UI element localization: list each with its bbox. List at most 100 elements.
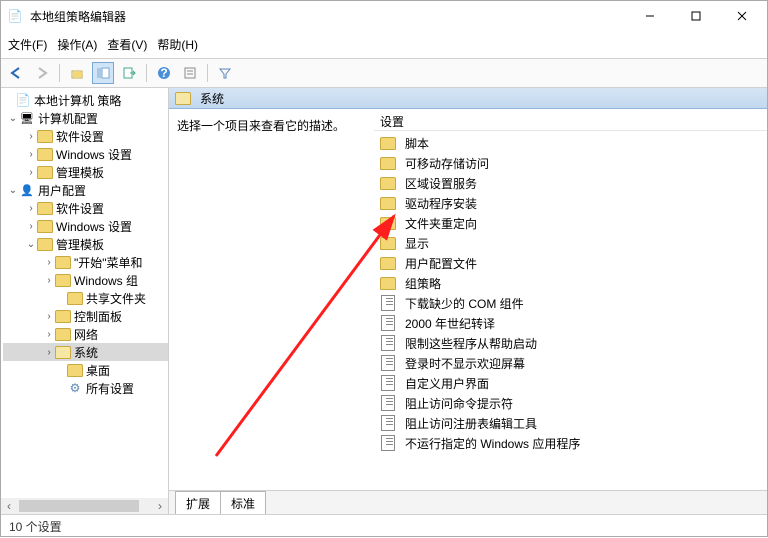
list-item-label: 登录时不显示欢迎屏幕 bbox=[405, 355, 525, 372]
menu-bar: 文件(F) 操作(A) 查看(V) 帮助(H) bbox=[1, 31, 767, 59]
menu-view[interactable]: 查看(V) bbox=[102, 33, 152, 56]
policy-icon bbox=[380, 395, 396, 411]
export-button[interactable] bbox=[118, 62, 140, 84]
main-pane: 系统 选择一个项目来查看它的描述。 设置 脚本可移动存储访问区域设置服务驱动程序… bbox=[169, 88, 767, 514]
policy-icon bbox=[380, 415, 396, 431]
show-hide-tree-button[interactable] bbox=[92, 62, 114, 84]
maximize-button[interactable] bbox=[673, 2, 719, 30]
list-item[interactable]: 阻止访问注册表编辑工具 bbox=[374, 413, 767, 433]
forward-button[interactable] bbox=[31, 62, 53, 84]
tree-u-start[interactable]: ›"开始"菜单和 bbox=[3, 253, 168, 271]
tab-extended[interactable]: 扩展 bbox=[175, 491, 221, 514]
list-item[interactable]: 2000 年世纪转译 bbox=[374, 313, 767, 333]
tree-c-admin[interactable]: ›管理模板 bbox=[3, 163, 168, 181]
folder-icon bbox=[380, 215, 396, 231]
minimize-button[interactable] bbox=[627, 2, 673, 30]
menu-help[interactable]: 帮助(H) bbox=[152, 33, 203, 56]
list-item-label: 阻止访问注册表编辑工具 bbox=[405, 415, 537, 432]
list-item[interactable]: 区域设置服务 bbox=[374, 173, 767, 193]
folder-icon bbox=[55, 326, 71, 342]
close-button[interactable] bbox=[719, 2, 765, 30]
tree-root[interactable]: 📄本地计算机 策略 bbox=[3, 91, 168, 109]
list-item-label: 组策略 bbox=[405, 275, 441, 292]
list-item[interactable]: 显示 bbox=[374, 233, 767, 253]
policy-icon bbox=[380, 315, 396, 331]
list-item[interactable]: 文件夹重定向 bbox=[374, 213, 767, 233]
folder-icon bbox=[380, 235, 396, 251]
tree-u-software[interactable]: ›软件设置 bbox=[3, 199, 168, 217]
back-button[interactable] bbox=[5, 62, 27, 84]
list-item[interactable]: 用户配置文件 bbox=[374, 253, 767, 273]
folder-icon bbox=[37, 164, 53, 180]
tree-u-system[interactable]: ›系统 bbox=[3, 343, 168, 361]
list-item-label: 用户配置文件 bbox=[405, 255, 477, 272]
nav-tree[interactable]: 📄本地计算机 策略 ⌄计算机配置 ›软件设置 ›Windows 设置 ›管理模板… bbox=[1, 88, 168, 498]
list-item[interactable]: 组策略 bbox=[374, 273, 767, 293]
folder-icon bbox=[380, 155, 396, 171]
status-text: 10 个设置 bbox=[9, 520, 62, 534]
list-item[interactable]: 下载缺少的 COM 组件 bbox=[374, 293, 767, 313]
list-item-label: 限制这些程序从帮助启动 bbox=[405, 335, 537, 352]
list-item-label: 可移动存储访问 bbox=[405, 155, 489, 172]
filter-button[interactable] bbox=[214, 62, 236, 84]
folder-icon bbox=[37, 128, 53, 144]
folder-icon bbox=[380, 175, 396, 191]
list-column-header[interactable]: 设置 bbox=[374, 109, 767, 131]
list-item[interactable]: 不运行指定的 Windows 应用程序 bbox=[374, 433, 767, 453]
view-tabs: 扩展 标准 bbox=[169, 490, 767, 514]
folder-icon bbox=[37, 218, 53, 234]
menu-action[interactable]: 操作(A) bbox=[52, 33, 102, 56]
description-pane: 选择一个项目来查看它的描述。 bbox=[169, 109, 374, 490]
tree-u-desktop[interactable]: 桌面 bbox=[3, 361, 168, 379]
tree-u-wincomp[interactable]: ›Windows 组 bbox=[3, 271, 168, 289]
gear-icon bbox=[67, 380, 83, 396]
list-item[interactable]: 阻止访问命令提示符 bbox=[374, 393, 767, 413]
list-item[interactable]: 限制这些程序从帮助启动 bbox=[374, 333, 767, 353]
title-bar: 📄 本地组策略编辑器 bbox=[1, 1, 767, 31]
window-title: 本地组策略编辑器 bbox=[26, 8, 627, 25]
user-icon bbox=[19, 182, 35, 198]
tree-hscroll[interactable]: ‹› bbox=[1, 498, 168, 514]
tree-c-software[interactable]: ›软件设置 bbox=[3, 127, 168, 145]
policy-icon bbox=[380, 435, 396, 451]
folder-icon bbox=[380, 195, 396, 211]
list-item[interactable]: 登录时不显示欢迎屏幕 bbox=[374, 353, 767, 373]
tree-u-allsettings[interactable]: 所有设置 bbox=[3, 379, 168, 397]
tree-c-windows[interactable]: ›Windows 设置 bbox=[3, 145, 168, 163]
folder-icon bbox=[380, 275, 396, 291]
list-item-label: 文件夹重定向 bbox=[405, 215, 477, 232]
list-item-label: 区域设置服务 bbox=[405, 175, 477, 192]
list-item[interactable]: 自定义用户界面 bbox=[374, 373, 767, 393]
tree-user-config[interactable]: ⌄用户配置 bbox=[3, 181, 168, 199]
properties-button[interactable] bbox=[179, 62, 201, 84]
list-item-label: 阻止访问命令提示符 bbox=[405, 395, 513, 412]
list-item-label: 自定义用户界面 bbox=[405, 375, 489, 392]
folder-open-icon bbox=[175, 90, 191, 106]
list-item-label: 不运行指定的 Windows 应用程序 bbox=[405, 435, 580, 452]
list-item[interactable]: 可移动存储访问 bbox=[374, 153, 767, 173]
list-item-label: 驱动程序安装 bbox=[405, 195, 477, 212]
up-button[interactable] bbox=[66, 62, 88, 84]
description-hint: 选择一个项目来查看它的描述。 bbox=[177, 119, 345, 133]
tree-u-ctrl[interactable]: ›控制面板 bbox=[3, 307, 168, 325]
tree-u-admin[interactable]: ⌄管理模板 bbox=[3, 235, 168, 253]
tree-u-shared[interactable]: 共享文件夹 bbox=[3, 289, 168, 307]
tree-u-net[interactable]: ›网络 bbox=[3, 325, 168, 343]
tree-computer-config[interactable]: ⌄计算机配置 bbox=[3, 109, 168, 127]
svg-text:?: ? bbox=[160, 66, 167, 80]
menu-file[interactable]: 文件(F) bbox=[3, 33, 52, 56]
folder-icon bbox=[37, 146, 53, 162]
folder-icon bbox=[55, 272, 71, 288]
status-bar: 10 个设置 bbox=[1, 514, 767, 536]
list-item[interactable]: 脚本 bbox=[374, 133, 767, 153]
tree-u-windows[interactable]: ›Windows 设置 bbox=[3, 217, 168, 235]
list-item-label: 显示 bbox=[405, 235, 429, 252]
settings-list[interactable]: 脚本可移动存储访问区域设置服务驱动程序安装文件夹重定向显示用户配置文件组策略下载… bbox=[374, 131, 767, 490]
list-item[interactable]: 驱动程序安装 bbox=[374, 193, 767, 213]
folder-icon bbox=[380, 135, 396, 151]
list-item-label: 下载缺少的 COM 组件 bbox=[405, 295, 524, 312]
main-crumb: 系统 bbox=[200, 90, 224, 107]
policy-icon bbox=[380, 295, 396, 311]
tab-standard[interactable]: 标准 bbox=[220, 491, 266, 514]
help-button[interactable]: ? bbox=[153, 62, 175, 84]
